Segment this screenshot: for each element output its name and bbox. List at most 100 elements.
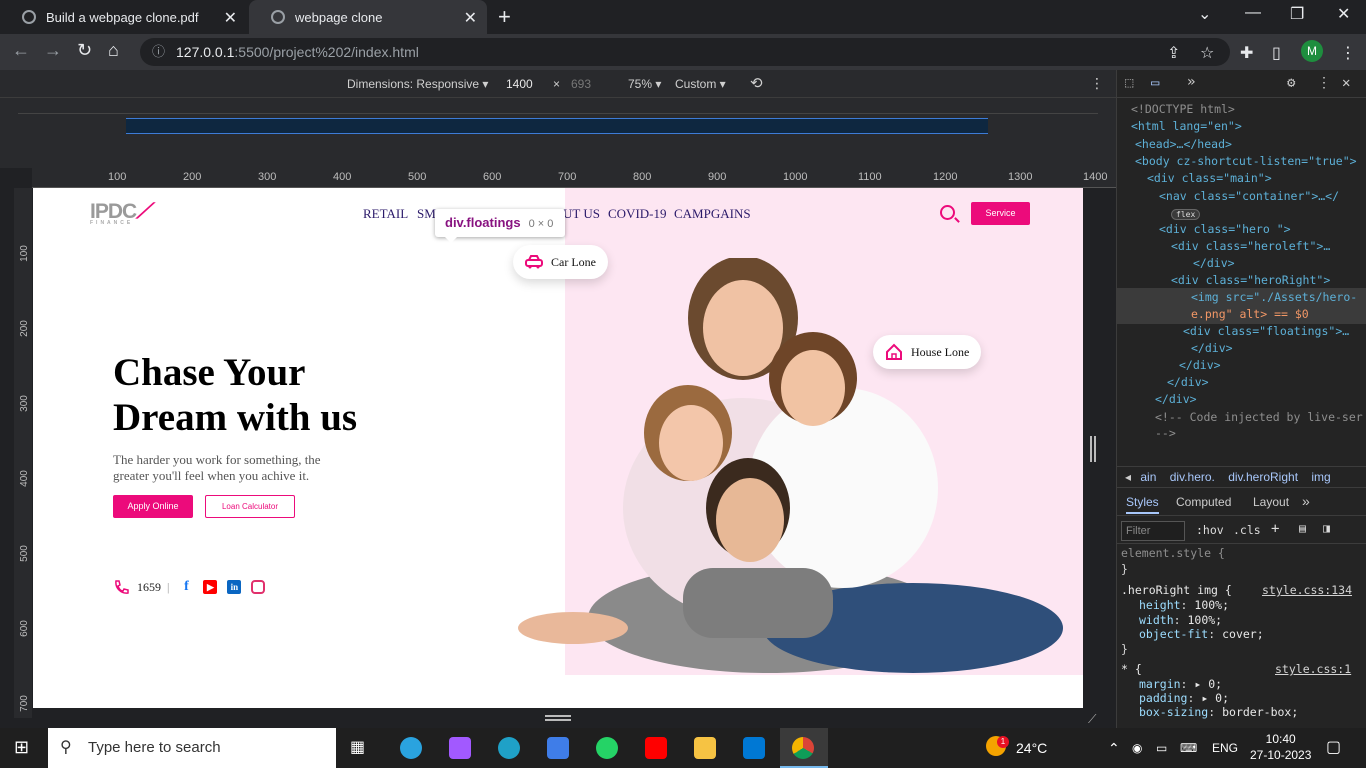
close-tab-icon[interactable]: ✕ xyxy=(224,8,237,28)
minimize-icon[interactable]: — xyxy=(1245,4,1261,22)
cls-toggle[interactable]: .cls xyxy=(1233,523,1261,537)
youtube-app-icon[interactable] xyxy=(645,737,667,759)
dom-head[interactable]: <head>…</head> xyxy=(1135,137,1232,151)
nav-covid[interactable]: COVID-19 xyxy=(608,206,667,222)
profile-avatar[interactable]: M xyxy=(1301,40,1323,62)
dom-html[interactable]: <html lang="en"> xyxy=(1131,119,1242,133)
settings-gear-icon[interactable]: ⚙ xyxy=(1287,75,1295,91)
corner-resize-icon[interactable]: ⟋ xyxy=(1088,712,1096,727)
dom-doctype[interactable]: <!DOCTYPE html> xyxy=(1131,102,1235,116)
css-declaration[interactable]: height: 100%; xyxy=(1139,598,1229,612)
tab-computed[interactable]: Computed xyxy=(1176,495,1231,509)
linkedin-icon[interactable]: in xyxy=(227,580,242,594)
tab-styles[interactable]: Styles xyxy=(1126,495,1159,514)
breadcrumb-item[interactable]: ain xyxy=(1140,470,1156,484)
new-tab-icon[interactable]: + xyxy=(498,4,511,30)
css-declaration[interactable]: margin: ▸ 0; xyxy=(1139,677,1222,691)
throttle-dropdown[interactable]: Custom ▾ xyxy=(675,77,726,91)
phone-number[interactable]: 1659 xyxy=(137,580,161,595)
search-icon[interactable] xyxy=(940,205,955,220)
dom-div-hero[interactable]: <div class="hero "> xyxy=(1159,222,1291,236)
rule1-selector[interactable]: .heroRight img { xyxy=(1121,583,1232,597)
instagram-icon[interactable] xyxy=(251,580,266,594)
edge-icon[interactable] xyxy=(498,737,520,759)
breadcrumb-item[interactable]: div.heroRight xyxy=(1228,470,1298,484)
dom-body[interactable]: <body cz-shortcut-listen="true"> xyxy=(1135,154,1357,168)
telegram-icon[interactable] xyxy=(400,737,422,759)
dom-div-main[interactable]: <div class="main"> xyxy=(1147,171,1272,185)
loan-calculator-button[interactable]: Loan Calculator xyxy=(205,495,295,518)
device-toggle-icon[interactable]: ▭ xyxy=(1151,75,1159,91)
rule1-source-link[interactable]: style.css:134 xyxy=(1262,583,1352,597)
dom-img-cont[interactable]: e.png" alt> == $0 xyxy=(1191,307,1309,321)
rule2-source-link[interactable]: style.css:1 xyxy=(1275,662,1351,676)
styles-filter-input[interactable]: Filter xyxy=(1121,521,1185,541)
nav-retail[interactable]: RETAIL xyxy=(363,206,408,222)
task-view-icon[interactable]: ▦ xyxy=(350,737,365,757)
width-input[interactable]: 1400 xyxy=(506,77,533,91)
menu-icon[interactable]: ⋮ xyxy=(1340,43,1356,63)
clock[interactable]: 10:40 27-10-2023 xyxy=(1250,731,1311,763)
youtube-icon[interactable]: ▶ xyxy=(203,580,218,594)
back-icon[interactable]: ← xyxy=(12,40,30,61)
css-declaration[interactable]: box-sizing: border-box; xyxy=(1139,705,1298,719)
device-options-icon[interactable]: ⋮ xyxy=(1090,75,1104,92)
restore-icon[interactable]: ❐ xyxy=(1290,4,1304,24)
keyboard-icon[interactable]: ⌨ xyxy=(1180,728,1197,768)
site-logo[interactable]: IPDC⟋ FINANCE xyxy=(90,200,151,226)
dom-div-floatings[interactable]: <div class="floatings">… xyxy=(1183,324,1349,338)
whatsapp-icon[interactable] xyxy=(596,737,618,759)
close-window-icon[interactable]: ✕ xyxy=(1337,4,1350,24)
dom-close-div[interactable]: </div> xyxy=(1191,341,1233,355)
flex-badge[interactable]: flex xyxy=(1171,209,1201,220)
language-indicator[interactable]: ENG xyxy=(1212,728,1238,768)
close-devtools-icon[interactable]: ✕ xyxy=(1342,75,1350,91)
tab-pdf[interactable]: Build a webpage clone.pdf ✕ xyxy=(0,0,247,34)
tab-layout[interactable]: Layout xyxy=(1253,495,1289,509)
phone-icon[interactable] xyxy=(113,579,129,595)
windows-start-icon[interactable]: ⊞ xyxy=(14,737,29,758)
element-style-selector[interactable]: element.style { xyxy=(1121,546,1225,560)
dom-img[interactable]: <img src="./Assets/hero- xyxy=(1191,290,1357,304)
bookmark-star-icon[interactable]: ☆ xyxy=(1200,43,1214,63)
sidebar-toggle-icon[interactable]: ◨ xyxy=(1323,521,1330,535)
extensions-icon[interactable]: ✚ xyxy=(1240,43,1253,63)
taskbar-search[interactable]: ⚲ Type here to search xyxy=(48,728,336,768)
dom-close-div[interactable]: </div> xyxy=(1155,392,1197,406)
battery-icon[interactable]: ▭ xyxy=(1156,728,1167,768)
viewport-bottom-resize-handle[interactable] xyxy=(545,715,571,721)
more-tabs-icon[interactable]: » xyxy=(1302,493,1310,509)
css-declaration[interactable]: padding: ▸ 0; xyxy=(1139,691,1229,705)
inspect-element-icon[interactable]: ⬚ xyxy=(1125,75,1133,91)
apply-online-button[interactable]: Apply Online xyxy=(113,495,193,518)
tab-search-icon[interactable]: ⌄ xyxy=(1198,4,1211,24)
dom-close-div[interactable]: </div> xyxy=(1179,358,1221,372)
nav-about-us[interactable]: UT US xyxy=(563,206,600,222)
vscode-icon[interactable] xyxy=(743,737,765,759)
viewport-resize-handle[interactable] xyxy=(1090,436,1096,462)
more-tabs-icon[interactable]: » xyxy=(1187,74,1195,90)
close-tab-icon[interactable]: ✕ xyxy=(464,8,477,28)
side-panel-icon[interactable]: ▯ xyxy=(1272,43,1281,63)
nav-campaigns[interactable]: CAMPGAINS xyxy=(674,206,751,222)
media-query-range[interactable] xyxy=(126,118,988,134)
dom-comment[interactable]: <!-- Code injected by live-ser xyxy=(1155,410,1363,424)
dom-close-div[interactable]: </div> xyxy=(1167,375,1209,389)
address-bar[interactable]: ⓘ 127.0.0.1:5500/project%202/index.html xyxy=(140,38,1230,66)
car-loan-card[interactable]: Car Lone xyxy=(513,245,608,279)
nav-sme[interactable]: SM xyxy=(417,206,436,222)
house-loan-card[interactable]: House Lone xyxy=(873,335,982,369)
css-declaration[interactable]: object-fit: cover; xyxy=(1139,627,1264,641)
forward-icon[interactable]: → xyxy=(44,40,62,61)
dom-div-heroright[interactable]: <div class="heroRight"> xyxy=(1171,273,1330,287)
css-declaration[interactable]: width: 100%; xyxy=(1139,613,1222,627)
dom-nav[interactable]: <nav class="container">…</ xyxy=(1159,189,1339,203)
zoom-dropdown[interactable]: 75% ▾ xyxy=(628,77,661,91)
info-icon[interactable]: ⓘ xyxy=(152,38,165,66)
dom-comment-end[interactable]: --> xyxy=(1155,426,1176,440)
facebook-icon[interactable]: f xyxy=(179,580,193,594)
dimensions-dropdown[interactable]: Dimensions: Responsive ▾ xyxy=(347,77,488,91)
reload-icon[interactable]: ↻ xyxy=(77,40,92,61)
dom-div-heroleft[interactable]: <div class="heroleft">… xyxy=(1171,239,1330,253)
file-explorer-icon[interactable] xyxy=(694,737,716,759)
